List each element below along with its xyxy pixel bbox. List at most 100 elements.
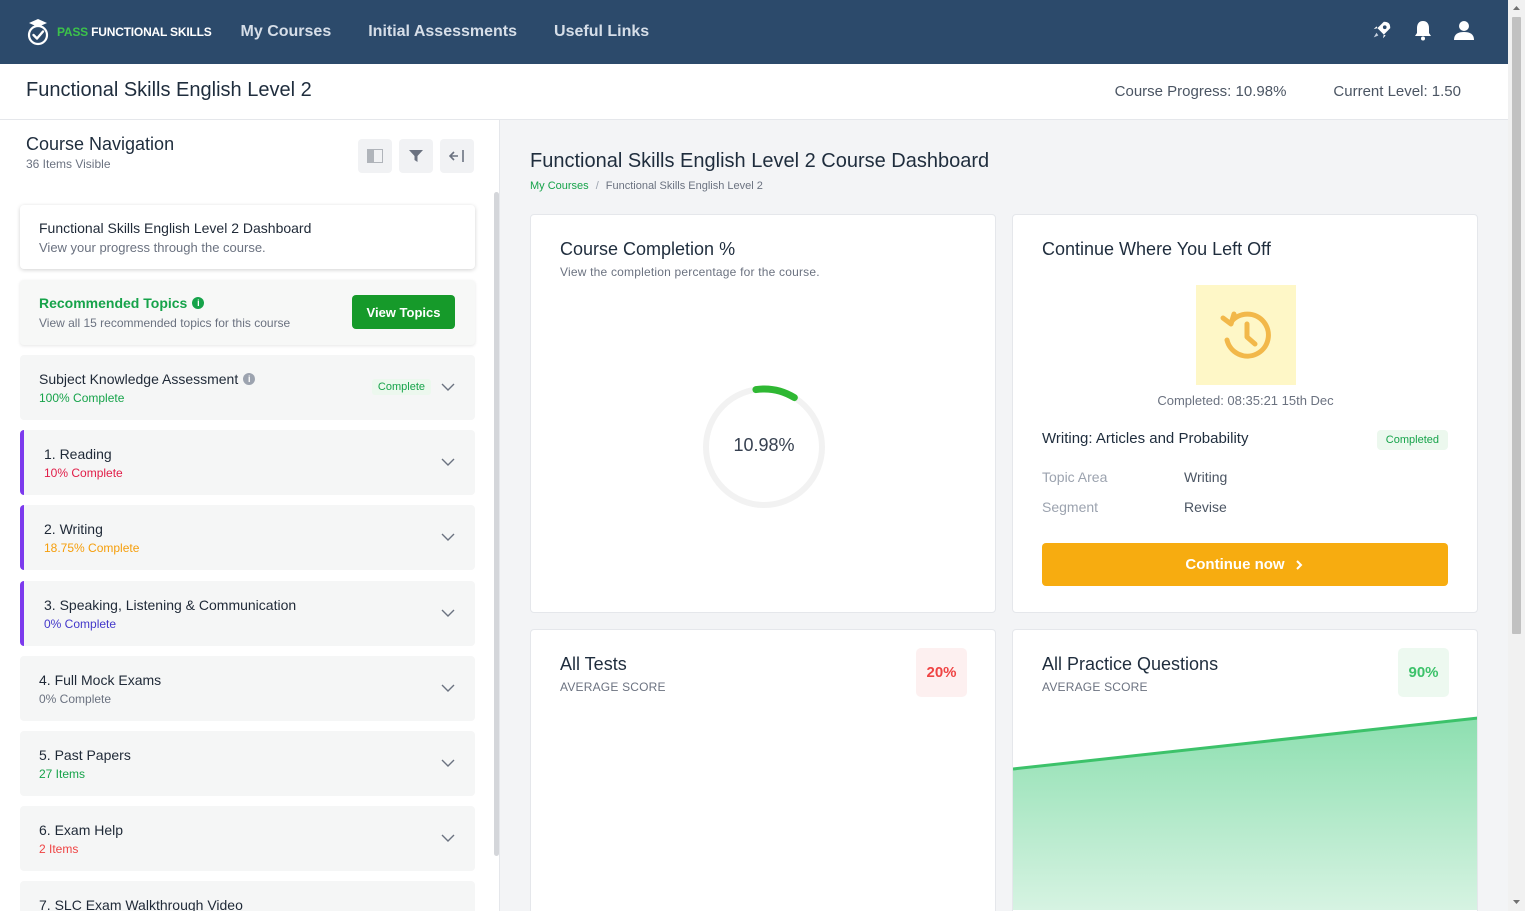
section-title: 7. SLC Exam Walkthrough Video xyxy=(39,897,243,911)
topic-area-value: Writing xyxy=(1184,469,1228,485)
chevron-down-icon xyxy=(441,684,455,692)
section-title: 1. Reading xyxy=(44,446,112,462)
topic-title: Writing: Articles and Probability xyxy=(1042,430,1249,447)
section-title: 5. Past Papers xyxy=(39,747,131,763)
section-status: 18.75% Complete xyxy=(44,541,140,555)
area-fill xyxy=(1013,718,1477,910)
breadcrumb: My Courses / Functional Skills English L… xyxy=(530,180,763,192)
window-scrollbar[interactable] xyxy=(1508,0,1525,911)
bell-icon[interactable] xyxy=(1411,18,1435,42)
section-status: 10% Complete xyxy=(44,466,123,480)
breadcrumb-current: Functional Skills English Level 2 xyxy=(605,180,763,192)
course-progress: Course Progress: 10.98% xyxy=(1114,83,1287,100)
page-title: Functional Skills English Level 2 Course… xyxy=(530,150,990,172)
chevron-down-icon xyxy=(441,609,455,617)
brand-logo[interactable]: PASS FUNCTIONAL SKILLS xyxy=(25,17,212,47)
section-title: 2. Writing xyxy=(44,521,103,537)
sidebar-item-full-mock-exams[interactable]: 4. Full Mock Exams 0% Complete xyxy=(20,656,475,721)
continue-panel: Continue Where You Left Off Completed: 0… xyxy=(1012,214,1478,613)
tests-score-badge: 20% xyxy=(916,648,967,697)
sidebar-item-dashboard[interactable]: Functional Skills English Level 2 Dashbo… xyxy=(20,205,475,269)
sidebar-item-subject-knowledge[interactable]: Subject Knowledge Assessment i 100% Compl… xyxy=(20,355,475,420)
sidebar-item-speaking-listening[interactable]: 3. Speaking, Listening & Communication 0… xyxy=(20,581,475,646)
panel-subtitle: View the completion percentage for the c… xyxy=(560,265,820,279)
section-status: 100% Complete xyxy=(39,391,125,405)
breadcrumb-separator: / xyxy=(595,180,599,192)
layout-toggle-button[interactable] xyxy=(358,139,392,173)
sidebar-title: Course Navigation xyxy=(26,134,175,154)
nav-my-courses[interactable]: My Courses xyxy=(241,23,332,41)
rocket-icon[interactable] xyxy=(1370,18,1394,42)
filter-button[interactable] xyxy=(399,139,433,173)
course-header: Functional Skills English Level 2 Course… xyxy=(0,64,1508,120)
panel-title: All Tests xyxy=(560,654,627,674)
top-navbar: PASS FUNCTIONAL SKILLS My Courses Initia… xyxy=(0,0,1508,64)
recommended-topics-card: Recommended Topics i View all 15 recomme… xyxy=(20,280,475,345)
scroll-up-icon xyxy=(1513,6,1520,10)
segment-value: Revise xyxy=(1184,499,1227,515)
chevron-down-icon xyxy=(441,383,455,391)
chevron-down-icon xyxy=(441,834,455,842)
continue-now-button[interactable]: Continue now xyxy=(1042,543,1448,586)
scroll-down-icon xyxy=(1513,900,1520,904)
sidebar-scrollbar[interactable] xyxy=(494,192,499,856)
section-title: Subject Knowledge Assessment i xyxy=(39,371,256,387)
history-icon xyxy=(1196,285,1296,385)
panel-title: Continue Where You Left Off xyxy=(1042,239,1271,259)
panel-subtitle: AVERAGE SCORE xyxy=(560,680,666,694)
collapse-left-icon xyxy=(449,150,464,162)
info-icon[interactable]: i xyxy=(243,373,256,385)
course-title: Functional Skills English Level 2 xyxy=(26,79,312,101)
topic-area-label: Topic Area xyxy=(1042,469,1108,485)
segment-label: Segment xyxy=(1042,499,1099,515)
section-title: 3. Speaking, Listening & Communication xyxy=(44,597,297,613)
sidebar-layout-icon xyxy=(367,149,383,163)
sidebar-item-reading[interactable]: 1. Reading 10% Complete xyxy=(20,430,475,495)
completion-value: 10.98% xyxy=(733,435,795,455)
chevron-right-icon xyxy=(1295,559,1302,570)
status-badge: Complete xyxy=(371,379,431,395)
panel-title: All Practice Questions xyxy=(1042,654,1219,674)
section-title: 6. Exam Help xyxy=(39,822,124,838)
filter-icon xyxy=(409,150,423,162)
section-status: 0% Complete xyxy=(39,692,112,706)
dashboard-link-subtitle: View your progress through the course. xyxy=(39,240,266,255)
main-content: Functional Skills English Level 2 Course… xyxy=(500,120,1508,911)
info-icon[interactable]: i xyxy=(192,297,205,309)
chevron-down-icon xyxy=(441,458,455,466)
sidebar-subtitle: 36 Items Visible xyxy=(26,157,111,171)
sidebar-item-slc-walkthrough[interactable]: 7. SLC Exam Walkthrough Video xyxy=(20,881,475,911)
dashboard-link-title: Functional Skills English Level 2 Dashbo… xyxy=(39,220,312,236)
section-title: 4. Full Mock Exams xyxy=(39,672,162,688)
practice-questions-panel: All Practice Questions AVERAGE SCORE 90% xyxy=(1012,629,1478,911)
course-navigation-sidebar: Course Navigation 36 Items Visible Funct… xyxy=(0,120,500,911)
view-topics-button[interactable]: View Topics xyxy=(352,295,455,329)
collapse-sidebar-button[interactable] xyxy=(440,139,474,173)
sidebar-item-writing[interactable]: 2. Writing 18.75% Complete xyxy=(20,505,475,570)
status-badge: Completed xyxy=(1376,430,1448,450)
logo-check-icon xyxy=(27,19,49,46)
sidebar-item-past-papers[interactable]: 5. Past Papers 27 Items xyxy=(20,731,475,796)
practice-score-badge: 90% xyxy=(1398,648,1449,697)
course-completion-panel: Course Completion % View the completion … xyxy=(530,214,996,613)
window-scroll-thumb[interactable] xyxy=(1512,17,1521,634)
section-status: 27 Items xyxy=(39,767,86,781)
panel-title: Course Completion % xyxy=(560,239,736,259)
recommended-topics-title: Recommended Topics i xyxy=(39,295,205,311)
chevron-down-icon xyxy=(441,533,455,541)
nav-initial-assessments[interactable]: Initial Assessments xyxy=(368,23,517,41)
practice-area-chart xyxy=(1013,716,1477,910)
current-level: Current Level: 1.50 xyxy=(1333,83,1461,100)
all-tests-panel: All Tests AVERAGE SCORE 20% xyxy=(530,629,996,911)
section-status: 2 Items xyxy=(39,842,79,856)
breadcrumb-my-courses[interactable]: My Courses xyxy=(530,180,589,192)
section-status: 0% Complete xyxy=(44,617,117,631)
completed-timestamp: Completed: 08:35:21 15th Dec xyxy=(1157,393,1334,408)
sidebar-item-exam-help[interactable]: 6. Exam Help 2 Items xyxy=(20,806,475,871)
panel-subtitle: AVERAGE SCORE xyxy=(1042,680,1148,694)
brand-name: PASS FUNCTIONAL SKILLS xyxy=(57,25,212,39)
chevron-down-icon xyxy=(441,759,455,767)
user-icon[interactable] xyxy=(1452,18,1476,42)
recommended-topics-subtitle: View all 15 recommended topics for this … xyxy=(39,316,291,330)
nav-useful-links[interactable]: Useful Links xyxy=(554,23,649,41)
